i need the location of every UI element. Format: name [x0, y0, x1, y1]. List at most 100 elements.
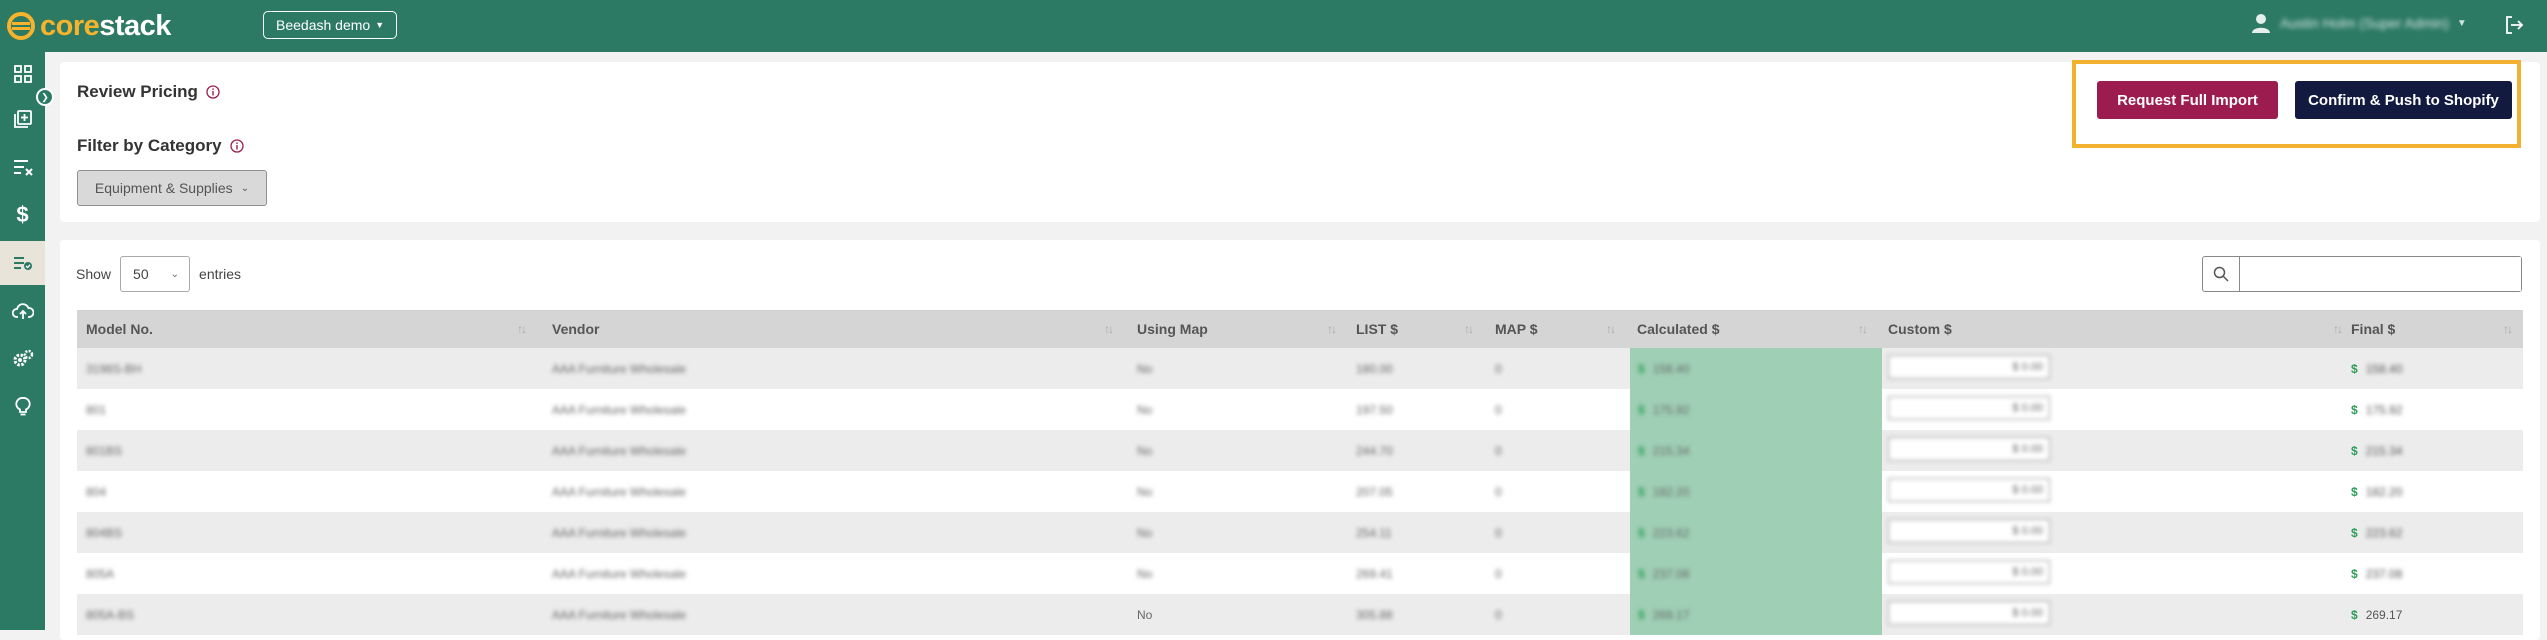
- category-select-value: Equipment & Supplies: [94, 180, 233, 196]
- page-title: Review Pricing: [77, 82, 198, 101]
- dollar-icon: $: [2351, 525, 2358, 540]
- table-header: Model No. ↑↓ Vendor ↑↓ Using Map ↑↓ LIST…: [77, 310, 2523, 348]
- sidebar-item-review-pricing[interactable]: [0, 241, 45, 285]
- corestack-logo[interactable]: corestack: [6, 8, 171, 44]
- column-header-list[interactable]: LIST $: [1356, 310, 1398, 348]
- request-full-import-button[interactable]: Request Full Import: [2097, 81, 2278, 119]
- dollar-icon: $: [2351, 361, 2358, 376]
- cell-map: 0: [1495, 607, 1502, 622]
- top-navbar: corestack Beedash demo ▼ Austin Holm (Su…: [0, 0, 2547, 52]
- custom-price-input[interactable]: $ 0.00: [1888, 601, 2050, 625]
- cell-vendor: AAA Furniture Wholesale: [552, 443, 687, 458]
- cell-custom: $ 0.00: [1882, 430, 2282, 471]
- chevron-right-icon: ❯: [41, 91, 49, 102]
- cell-custom: $ 0.00: [1882, 471, 2282, 512]
- custom-price-input[interactable]: $ 0.00: [1888, 560, 2050, 584]
- cell-final: $175.92: [2351, 402, 2403, 417]
- cell-model: 3198S-BH: [86, 361, 142, 376]
- cell-vendor: AAA Furniture Wholesale: [552, 484, 687, 499]
- column-header-map[interactable]: MAP $: [1495, 310, 1538, 348]
- column-header-custom[interactable]: Custom $: [1888, 310, 1952, 348]
- category-select[interactable]: Equipment & Supplies ⌄: [77, 170, 267, 206]
- entries-select-value: 50: [133, 266, 149, 282]
- dollar-icon: $: [1638, 525, 1645, 540]
- cell-final: $269.17: [2351, 607, 2403, 622]
- filter-title: Filter by Category: [77, 136, 222, 155]
- cell-using-map: No: [1137, 566, 1153, 581]
- dollar-icon: $: [1638, 402, 1645, 417]
- custom-price-input[interactable]: $ 0.00: [1888, 355, 2050, 379]
- cell-list: 207.05: [1356, 484, 1393, 499]
- cell-custom: $ 0.00: [1882, 389, 2282, 430]
- dashboard-icon: [13, 65, 32, 83]
- custom-price-input[interactable]: $ 0.00: [1888, 519, 2050, 543]
- column-header-using-map[interactable]: Using Map: [1137, 310, 1208, 348]
- column-header-model[interactable]: Model No.: [86, 310, 153, 348]
- cell-calculated: $158.40: [1630, 348, 1882, 389]
- sort-icon[interactable]: ↑↓: [1327, 322, 1337, 336]
- entries-select[interactable]: 50 ⌄: [120, 256, 191, 292]
- sidebar-expand-button[interactable]: ❯: [36, 88, 54, 106]
- dollar-icon: $: [2351, 443, 2358, 458]
- dollar-icon: $: [2351, 484, 2358, 499]
- dollar-icon: $: [2351, 566, 2358, 581]
- column-header-vendor[interactable]: Vendor: [552, 310, 599, 348]
- cell-model: 801BS: [86, 443, 123, 458]
- sidebar: $: [0, 52, 45, 630]
- cell-model: 804BS: [86, 525, 123, 540]
- user-avatar-icon: [2252, 14, 2270, 33]
- sort-icon[interactable]: ↑↓: [2333, 322, 2343, 336]
- cell-list: 180.00: [1356, 361, 1393, 376]
- cell-list: 305.88: [1356, 607, 1393, 622]
- logout-icon[interactable]: [2503, 14, 2525, 36]
- cell-final: $158.40: [2351, 361, 2403, 376]
- sort-icon[interactable]: ↑↓: [1606, 322, 1616, 336]
- column-header-calculated[interactable]: Calculated $: [1637, 310, 1719, 348]
- sort-icon[interactable]: ↑↓: [1858, 322, 1868, 336]
- sidebar-item-rules[interactable]: [0, 145, 45, 189]
- lightbulb-icon: [14, 397, 31, 416]
- cell-final: $237.08: [2351, 566, 2403, 581]
- sort-icon[interactable]: ↑↓: [2503, 322, 2513, 336]
- cell-final: $182.20: [2351, 484, 2403, 499]
- user-menu[interactable]: Austin Holm (Super Admin) ▼: [2250, 12, 2467, 34]
- show-label: Show: [76, 266, 112, 282]
- sidebar-item-pricing[interactable]: $: [0, 193, 45, 237]
- search-input[interactable]: [2240, 257, 2521, 291]
- column-header-final[interactable]: Final $: [2351, 310, 2395, 348]
- custom-price-input[interactable]: $ 0.00: [1888, 396, 2050, 420]
- sort-icon[interactable]: ↑↓: [517, 322, 527, 336]
- table-row: 801BS AAA Furniture Wholesale No 244.70 …: [77, 430, 2523, 471]
- sort-icon[interactable]: ↑↓: [1104, 322, 1114, 336]
- cell-using-map: No: [1137, 402, 1153, 417]
- sort-icon[interactable]: ↑↓: [1464, 322, 1474, 336]
- info-icon[interactable]: [229, 139, 244, 153]
- cell-vendor: AAA Furniture Wholesale: [552, 566, 687, 581]
- confirm-push-to-shopify-button[interactable]: Confirm & Push to Shopify: [2295, 81, 2512, 119]
- cell-using-map: No: [1137, 361, 1153, 376]
- sort-filter-icon: [13, 160, 33, 176]
- cell-using-map: No: [1137, 525, 1153, 540]
- info-icon[interactable]: [206, 85, 220, 99]
- table-search: [2202, 256, 2522, 292]
- cell-calculated: $215.34: [1630, 430, 1882, 471]
- cell-list: 244.70: [1356, 443, 1393, 458]
- cell-calculated: $182.20: [1630, 471, 1882, 512]
- cell-map: 0: [1495, 484, 1502, 499]
- cell-list: 254.11: [1356, 525, 1392, 540]
- cell-vendor: AAA Furniture Wholesale: [552, 402, 687, 417]
- organization-select[interactable]: Beedash demo ▼: [263, 11, 398, 39]
- custom-price-input[interactable]: $ 0.00: [1888, 437, 2050, 461]
- cell-map: 0: [1495, 566, 1502, 581]
- cell-calculated: $175.92: [1630, 389, 1882, 430]
- cell-final: $223.62: [2351, 525, 2403, 540]
- cell-model: 804: [86, 484, 107, 499]
- cell-map: 0: [1495, 525, 1502, 540]
- sidebar-item-settings[interactable]: [0, 337, 45, 381]
- sidebar-item-tips[interactable]: [0, 385, 45, 429]
- cell-vendor: AAA Furniture Wholesale: [552, 525, 687, 540]
- dollar-icon: $: [16, 202, 29, 227]
- custom-price-input[interactable]: $ 0.00: [1888, 478, 2050, 502]
- sidebar-item-upload[interactable]: [0, 289, 45, 333]
- pricing-table-panel: Show 50 ⌄ entries Model No. ↑↓ Vendor ↑↓…: [60, 240, 2540, 640]
